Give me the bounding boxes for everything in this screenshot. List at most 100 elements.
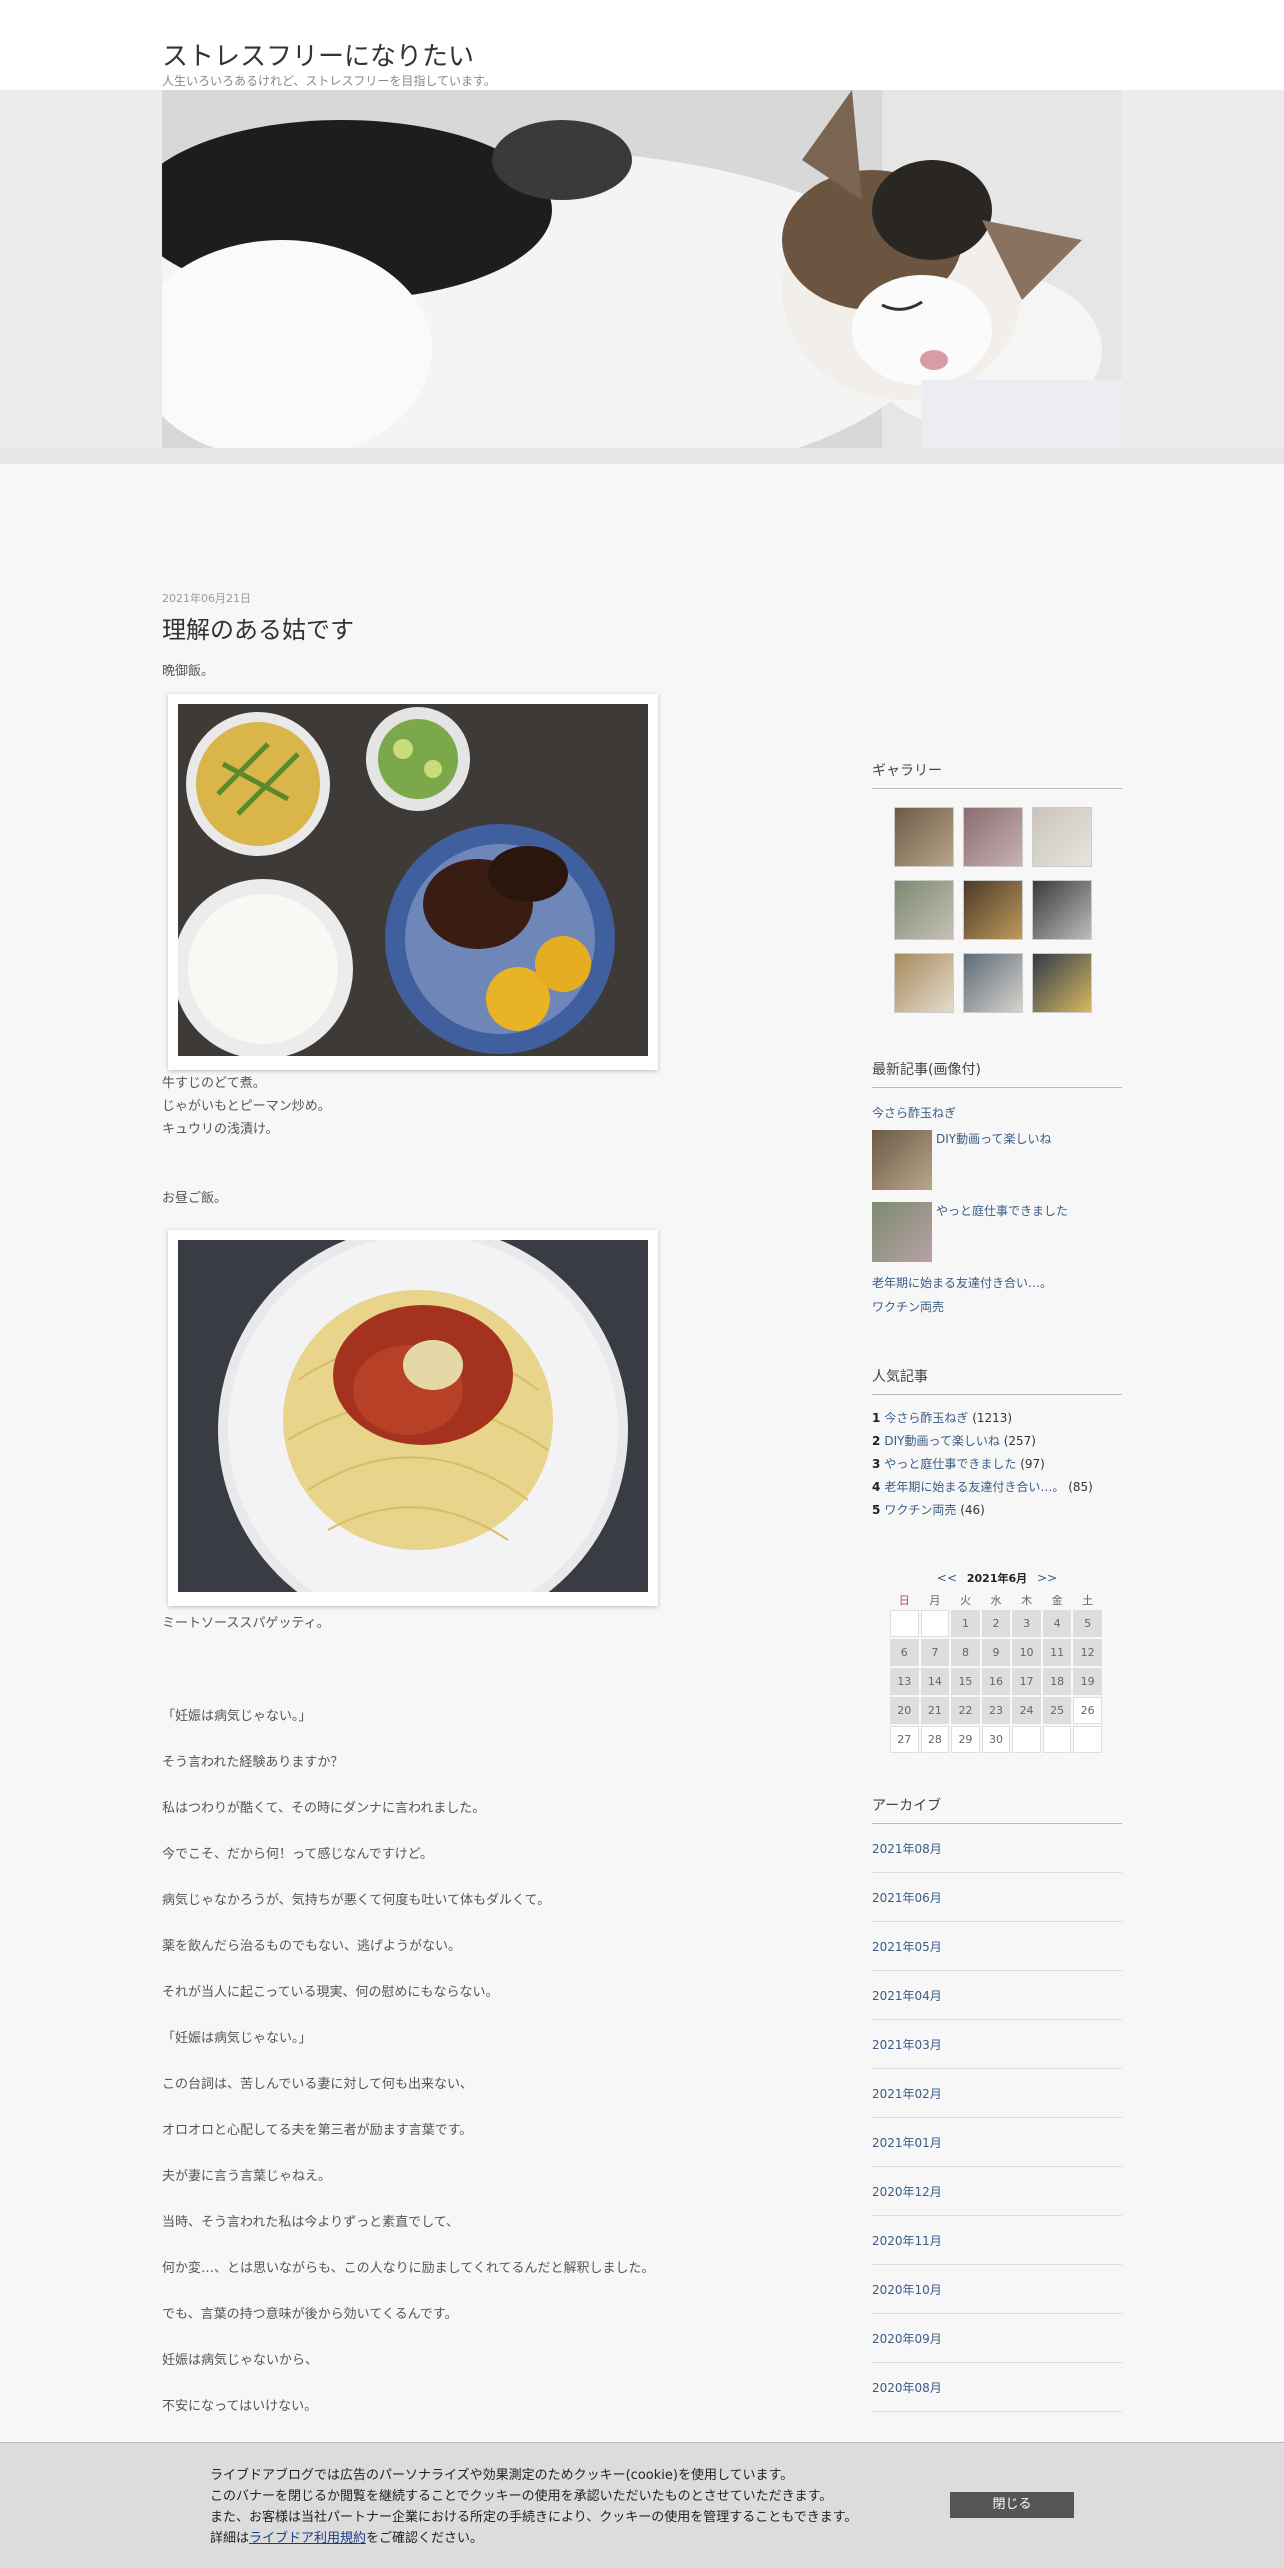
dinner-line-1: 牛すじのどて煮。 (162, 1076, 266, 1091)
archive-link[interactable]: 2021年01月 (872, 2118, 1122, 2167)
popular-post-link[interactable]: DIY動画って楽しいね (884, 1434, 1000, 1448)
paragraph: 当時、そう言われた私は今よりずっと素直でして、 (162, 2215, 460, 2230)
weekday-label: 木 (1021, 1594, 1033, 1607)
cookie-notice: ライブドアブログでは広告のパーソナライズや効果測定のためクッキー(cookie)… (210, 2465, 857, 2549)
terms-link[interactable]: ライブドア利用規約 (249, 2531, 366, 2546)
calendar-day: 3 (1012, 1610, 1041, 1637)
paragraph: でも、言葉の持つ意味が後から効いてくるんです。 (162, 2307, 458, 2322)
calendar-day: 10 (1012, 1639, 1041, 1666)
calendar-day: 7 (920, 1639, 950, 1666)
calendar-day (920, 1610, 950, 1637)
calendar-day: 5 (1073, 1610, 1102, 1637)
archive-link[interactable]: 2020年12月 (872, 2167, 1122, 2216)
calendar-next-link[interactable]: >> (1037, 1571, 1057, 1585)
gallery-thumbnail[interactable] (963, 807, 1023, 867)
archive-link[interactable]: 2021年02月 (872, 2069, 1122, 2118)
popular-posts-heading: 人気記事 (872, 1366, 1122, 1395)
popular-post-link[interactable]: 老年期に始まる友達付き合い…。 (884, 1480, 1064, 1494)
popular-post-row: 3 やっと庭仕事できました (97) (872, 1455, 1122, 1478)
calendar-day: 20 (890, 1697, 919, 1724)
archive-link[interactable]: 2021年05月 (872, 1922, 1122, 1971)
paragraph: 薬を飲んだら治るものでもない、逃げようがない。 (162, 1939, 462, 1954)
site-description: 人生いろいろあるけれど、ストレスフリーを目指しています。 (162, 74, 496, 88)
paragraph: 何か変…、とは思いながらも、この人なりに励ましてくれてるんだと解釈しました。 (162, 2261, 655, 2276)
gallery-thumbnail[interactable] (1032, 953, 1092, 1013)
calendar-month: 2021年6月 (966, 1572, 1028, 1585)
recent-post-link[interactable]: やっと庭仕事できました (936, 1202, 1068, 1219)
popular-post-row: 1 今さら酢玉ねぎ (1213) (872, 1409, 1122, 1432)
dinner-photo[interactable] (168, 694, 658, 1070)
calendar-day: 19 (1073, 1668, 1102, 1695)
paragraph: 夫が妻に言う言葉じゃねえ。 (162, 2169, 332, 2184)
site-title[interactable]: ストレスフリーになりたい (162, 36, 474, 73)
archive-link[interactable]: 2020年10月 (872, 2265, 1122, 2314)
gallery-thumbnail[interactable] (1032, 807, 1092, 867)
cookie-detail-suffix: をご確認ください。 (366, 2531, 484, 2546)
paragraph: 不安になってはいけない。 (162, 2399, 318, 2414)
archive-link[interactable]: 2020年11月 (872, 2216, 1122, 2265)
lunch-label: お昼ご飯。 (162, 1191, 228, 1206)
calendar-day: 21 (920, 1697, 950, 1724)
calendar-day: 8 (951, 1639, 980, 1666)
gallery-thumbnail[interactable] (963, 880, 1023, 940)
recent-posts-list: 今さら酢玉ねぎ DIY動画って楽しいね やっと庭仕事できました 老年期に始まる友… (872, 1088, 1122, 1320)
popular-rank: 5 (872, 1503, 881, 1517)
archive-link[interactable]: 2020年08月 (872, 2363, 1122, 2412)
calendar-day: 28 (920, 1726, 950, 1753)
recent-post-thumbnail[interactable] (872, 1130, 932, 1190)
recent-post-link[interactable]: 今さら酢玉ねぎ (872, 1104, 956, 1121)
lunch-photo[interactable] (168, 1225, 658, 1635)
dinner-line-3: キュウリの浅漬け。 (162, 1122, 279, 1137)
calendar-day: 17 (1012, 1668, 1041, 1695)
recent-post-thumbnail[interactable] (872, 1202, 932, 1262)
calendar: 日 月 火 水 木 金 土 1 2 3 4 5 6 7 8 9 10 11 12… (888, 1590, 1104, 1755)
calendar-day: 24 (1012, 1697, 1041, 1724)
calendar-day (1012, 1726, 1041, 1753)
dinner-line-2: じゃがいもとピーマン炒め。 (162, 1099, 331, 1114)
popular-post-count: (97) (1020, 1457, 1045, 1471)
popular-post-count: (1213) (972, 1411, 1013, 1425)
recent-post-link[interactable]: ワクチン両売 (872, 1298, 944, 1315)
sidebar: ギャラリー 最新記事(画像付) 今さら酢玉ねぎ DIY動画って楽しいね やっと庭… (872, 760, 1122, 2412)
archive-link[interactable]: 2021年03月 (872, 2020, 1122, 2069)
calendar-day: 15 (951, 1668, 980, 1695)
popular-post-link[interactable]: やっと庭仕事できました (884, 1457, 1016, 1471)
paragraph: それが当人に起こっている現実、何の慰めにもならない。 (162, 1985, 499, 2000)
archive-link[interactable]: 2021年06月 (872, 1873, 1122, 1922)
cookie-line: また、お客様は当社パートナー企業における所定の手続きにより、クッキーの使用を管理… (210, 2510, 858, 2525)
lunch-caption: ミートソーススパゲッティ。 (162, 1616, 330, 1631)
gallery-thumbnail[interactable] (963, 953, 1023, 1013)
weekday-label: 日 (898, 1594, 910, 1607)
popular-rank: 3 (872, 1457, 881, 1471)
recent-posts-heading: 最新記事(画像付) (872, 1059, 1122, 1088)
cookie-banner: ライブドアブログでは広告のパーソナライズや効果測定のためクッキー(cookie)… (0, 2442, 1284, 2568)
recent-post-link[interactable]: DIY動画って楽しいね (936, 1130, 1052, 1147)
calendar-day: 25 (1042, 1697, 1072, 1724)
archive-link[interactable]: 2020年09月 (872, 2314, 1122, 2363)
gallery-thumbnail[interactable] (894, 880, 954, 940)
paragraph: そう言われた経験ありますか？ (162, 1755, 344, 1770)
gallery-thumbnail[interactable] (894, 953, 954, 1013)
calendar-day: 16 (981, 1668, 1011, 1695)
paragraph: オロオロと心配してる夫を第三者が励ます言葉です。 (162, 2123, 473, 2138)
cookie-close-button[interactable]: 閉じる (950, 2492, 1074, 2518)
popular-post-link[interactable]: ワクチン両売 (884, 1503, 956, 1517)
calendar-day: 26 (1073, 1697, 1102, 1724)
paragraph: 妊娠は病気じゃないから、 (162, 2353, 319, 2368)
post-title[interactable]: 理解のある姑です (162, 610, 722, 650)
cookie-line: ライブドアブログでは広告のパーソナライズや効果測定のためクッキー(cookie)… (210, 2468, 794, 2483)
archive-link[interactable]: 2021年08月 (872, 1824, 1122, 1873)
gallery-thumbnail[interactable] (894, 807, 954, 867)
popular-post-row: 4 老年期に始まる友達付き合い…。 (85) (872, 1478, 1122, 1501)
archive-link[interactable]: 2021年04月 (872, 1971, 1122, 2020)
calendar-day: 9 (981, 1639, 1011, 1666)
header-image-sleeping-cat[interactable] (162, 90, 1122, 448)
popular-rank: 1 (872, 1411, 881, 1425)
popular-post-link[interactable]: 今さら酢玉ねぎ (884, 1411, 968, 1425)
calendar-prev-link[interactable]: << (937, 1571, 957, 1585)
gallery-heading: ギャラリー (872, 760, 1122, 789)
calendar-day: 4 (1042, 1610, 1072, 1637)
recent-post-link[interactable]: 老年期に始まる友達付き合い…。 (872, 1274, 1052, 1291)
gallery-thumbnail[interactable] (1032, 880, 1092, 940)
calendar-day: 12 (1073, 1639, 1102, 1666)
